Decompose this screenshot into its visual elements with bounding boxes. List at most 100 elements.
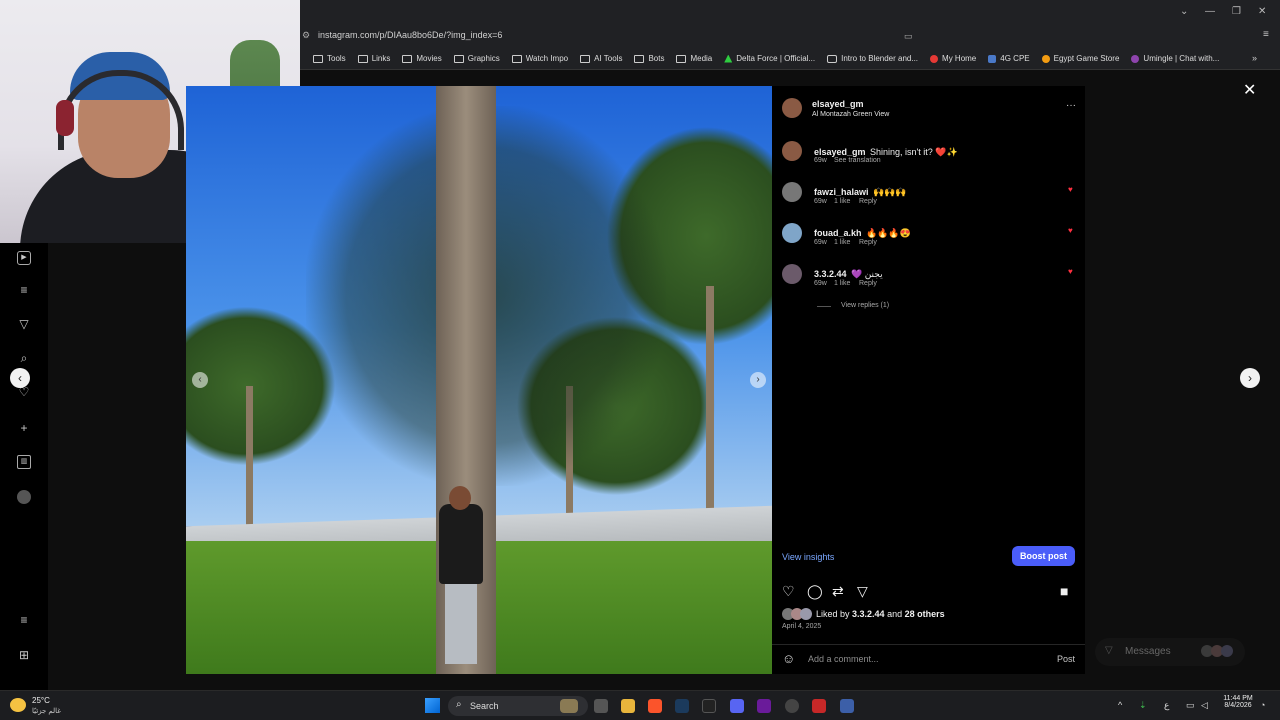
reply-link[interactable]: Reply: [859, 239, 877, 246]
caption-username[interactable]: elsayed_gm: [814, 147, 866, 157]
liked-by-avatars[interactable]: [782, 608, 812, 620]
app-icon[interactable]: [785, 699, 799, 713]
view-replies-link[interactable]: View replies (1): [841, 302, 889, 309]
search-icon[interactable]: ⌕: [17, 351, 31, 365]
tray-app-icon[interactable]: ⇣: [1139, 700, 1147, 711]
bookmark-tools[interactable]: Tools: [308, 54, 351, 63]
volume-icon[interactable]: ◁: [1201, 700, 1208, 711]
photo-palm-trunk: [246, 386, 253, 536]
minimize-button[interactable]: —: [1205, 6, 1215, 17]
view-insights-link[interactable]: View insights: [782, 552, 834, 562]
bookmark-4g-cpe[interactable]: 4G CPE: [983, 54, 1034, 63]
explore-icon[interactable]: ≡: [17, 283, 31, 297]
notification-bell-icon[interactable]: ◔: [1260, 700, 1265, 710]
bookmark-bots[interactable]: Bots: [629, 54, 669, 63]
comment-likes[interactable]: 1 like: [834, 239, 850, 246]
create-icon[interactable]: +: [17, 421, 31, 435]
comment-username[interactable]: 3.3.2.44: [814, 269, 847, 279]
next-post-button[interactable]: ›: [1240, 368, 1260, 388]
bookmark-watch-impo[interactable]: Watch Impo: [507, 54, 573, 63]
language-indicator[interactable]: ع: [1164, 700, 1169, 711]
repost-icon[interactable]: ⇄: [832, 583, 844, 600]
comment-username[interactable]: fawzi_halawi: [814, 187, 869, 197]
show-hidden-icons[interactable]: ^: [1118, 700, 1122, 710]
share-icon[interactable]: ▽: [857, 583, 868, 600]
comment-username[interactable]: fouad_a.kh: [814, 228, 862, 238]
profile-avatar[interactable]: [17, 490, 31, 504]
see-translation-link[interactable]: See translation: [834, 157, 881, 164]
menu-icon[interactable]: ≡: [1263, 29, 1269, 40]
commenter-avatar[interactable]: [782, 182, 802, 202]
red-app-icon[interactable]: [812, 699, 826, 713]
previous-post-button[interactable]: ‹: [10, 368, 30, 388]
comment-like-heart-icon[interactable]: ♥: [1068, 185, 1073, 194]
comment-likes[interactable]: 1 like: [834, 280, 850, 287]
notifications-icon[interactable]: ▽: [17, 317, 31, 331]
folder-icon: [453, 54, 464, 63]
weather-temperature[interactable]: 25°C: [32, 696, 50, 705]
comment-likes[interactable]: 1 like: [834, 198, 850, 205]
bookmark-movies[interactable]: Movies: [397, 54, 446, 63]
bookmark-graphics[interactable]: Graphics: [449, 54, 505, 63]
author-username[interactable]: elsayed_gm: [812, 99, 864, 109]
like-icon[interactable]: ♡: [782, 583, 795, 600]
url-text[interactable]: instagram.com/p/DIAau8bo6De/?img_index=6: [318, 30, 502, 40]
commenter-avatar[interactable]: [782, 264, 802, 284]
bookmark-ai-tools[interactable]: AI Tools: [575, 54, 627, 63]
comment-icon[interactable]: ◯: [807, 583, 823, 600]
bookmark-my-home[interactable]: My Home: [925, 54, 981, 63]
weather-icon[interactable]: [10, 698, 26, 712]
bookmark-intro-blender[interactable]: Intro to Blender and...: [822, 54, 923, 63]
more-bookmarks-button[interactable]: »: [1252, 53, 1257, 63]
remote-desktop-icon[interactable]: [840, 699, 854, 713]
steam-icon[interactable]: [675, 699, 689, 713]
next-app-icon[interactable]: [757, 699, 771, 713]
network-icon[interactable]: ▭: [1186, 700, 1195, 711]
caption-avatar[interactable]: [782, 141, 802, 161]
post-location[interactable]: Al Montazah Green View: [812, 111, 889, 118]
cast-icon[interactable]: ▭: [904, 31, 913, 42]
also-from-meta-icon[interactable]: ⊞: [17, 648, 31, 662]
start-button-icon[interactable]: [425, 698, 440, 713]
bookmark-delta-force[interactable]: Delta Force | Official...: [719, 54, 820, 63]
photo-next-button[interactable]: ›: [750, 372, 766, 388]
clock[interactable]: 11:44 PM 8/4/2026: [1218, 695, 1258, 709]
tab-list-icon[interactable]: ⌄: [1180, 6, 1188, 17]
add-comment-input[interactable]: Add a comment...: [808, 654, 879, 664]
brave-browser-icon[interactable]: [648, 699, 662, 713]
reels-icon[interactable]: ▶: [17, 251, 31, 265]
bookmark-umingle[interactable]: Umingle | Chat with...: [1126, 54, 1224, 63]
discord-icon[interactable]: [730, 699, 744, 713]
author-avatar[interactable]: [782, 98, 802, 118]
comment-like-heart-icon[interactable]: ♥: [1068, 226, 1073, 235]
photo-prev-button[interactable]: ‹: [192, 372, 208, 388]
file-explorer-icon[interactable]: [621, 699, 635, 713]
boost-post-button[interactable]: Boost post: [1012, 546, 1075, 566]
emoji-icon[interactable]: ☺: [782, 651, 795, 666]
close-window-button[interactable]: ✕: [1258, 6, 1266, 17]
bookmark-media[interactable]: Media: [671, 54, 717, 63]
maximize-button[interactable]: ❐: [1232, 6, 1241, 17]
post-comment-button[interactable]: Post: [1057, 654, 1075, 664]
site-info-icon[interactable]: ⚙: [302, 30, 310, 41]
comment-like-heart-icon[interactable]: ♥: [1068, 267, 1073, 276]
reply-link[interactable]: Reply: [859, 198, 877, 205]
task-view-icon[interactable]: [594, 699, 608, 713]
liked-user-link[interactable]: 3.3.2.44: [852, 609, 885, 619]
commenter-avatar[interactable]: [782, 223, 802, 243]
save-bookmark-icon[interactable]: ■: [1060, 583, 1068, 599]
liked-others-link[interactable]: 28 others: [905, 609, 945, 619]
more-options-button[interactable]: ···: [1066, 100, 1076, 111]
weather-description[interactable]: غالم جزئيًا: [32, 707, 61, 715]
bookmark-links[interactable]: Links: [353, 54, 396, 63]
bookmark-egypt-game-store[interactable]: Egypt Game Store: [1037, 54, 1125, 63]
reply-link[interactable]: Reply: [859, 280, 877, 287]
messages-bar[interactable]: ▽ Messages: [1095, 638, 1245, 666]
address-bar[interactable]: ⚙ instagram.com/p/DIAau8bo6De/?img_index…: [300, 26, 1280, 67]
dashboard-icon[interactable]: ▥: [17, 455, 31, 469]
taskbar-search[interactable]: ⌕ Search: [448, 696, 588, 716]
epic-games-icon[interactable]: [702, 699, 716, 713]
folder-icon: [676, 54, 687, 63]
more-menu-icon[interactable]: ≡: [17, 613, 31, 627]
close-modal-icon[interactable]: ✕: [1243, 80, 1256, 100]
